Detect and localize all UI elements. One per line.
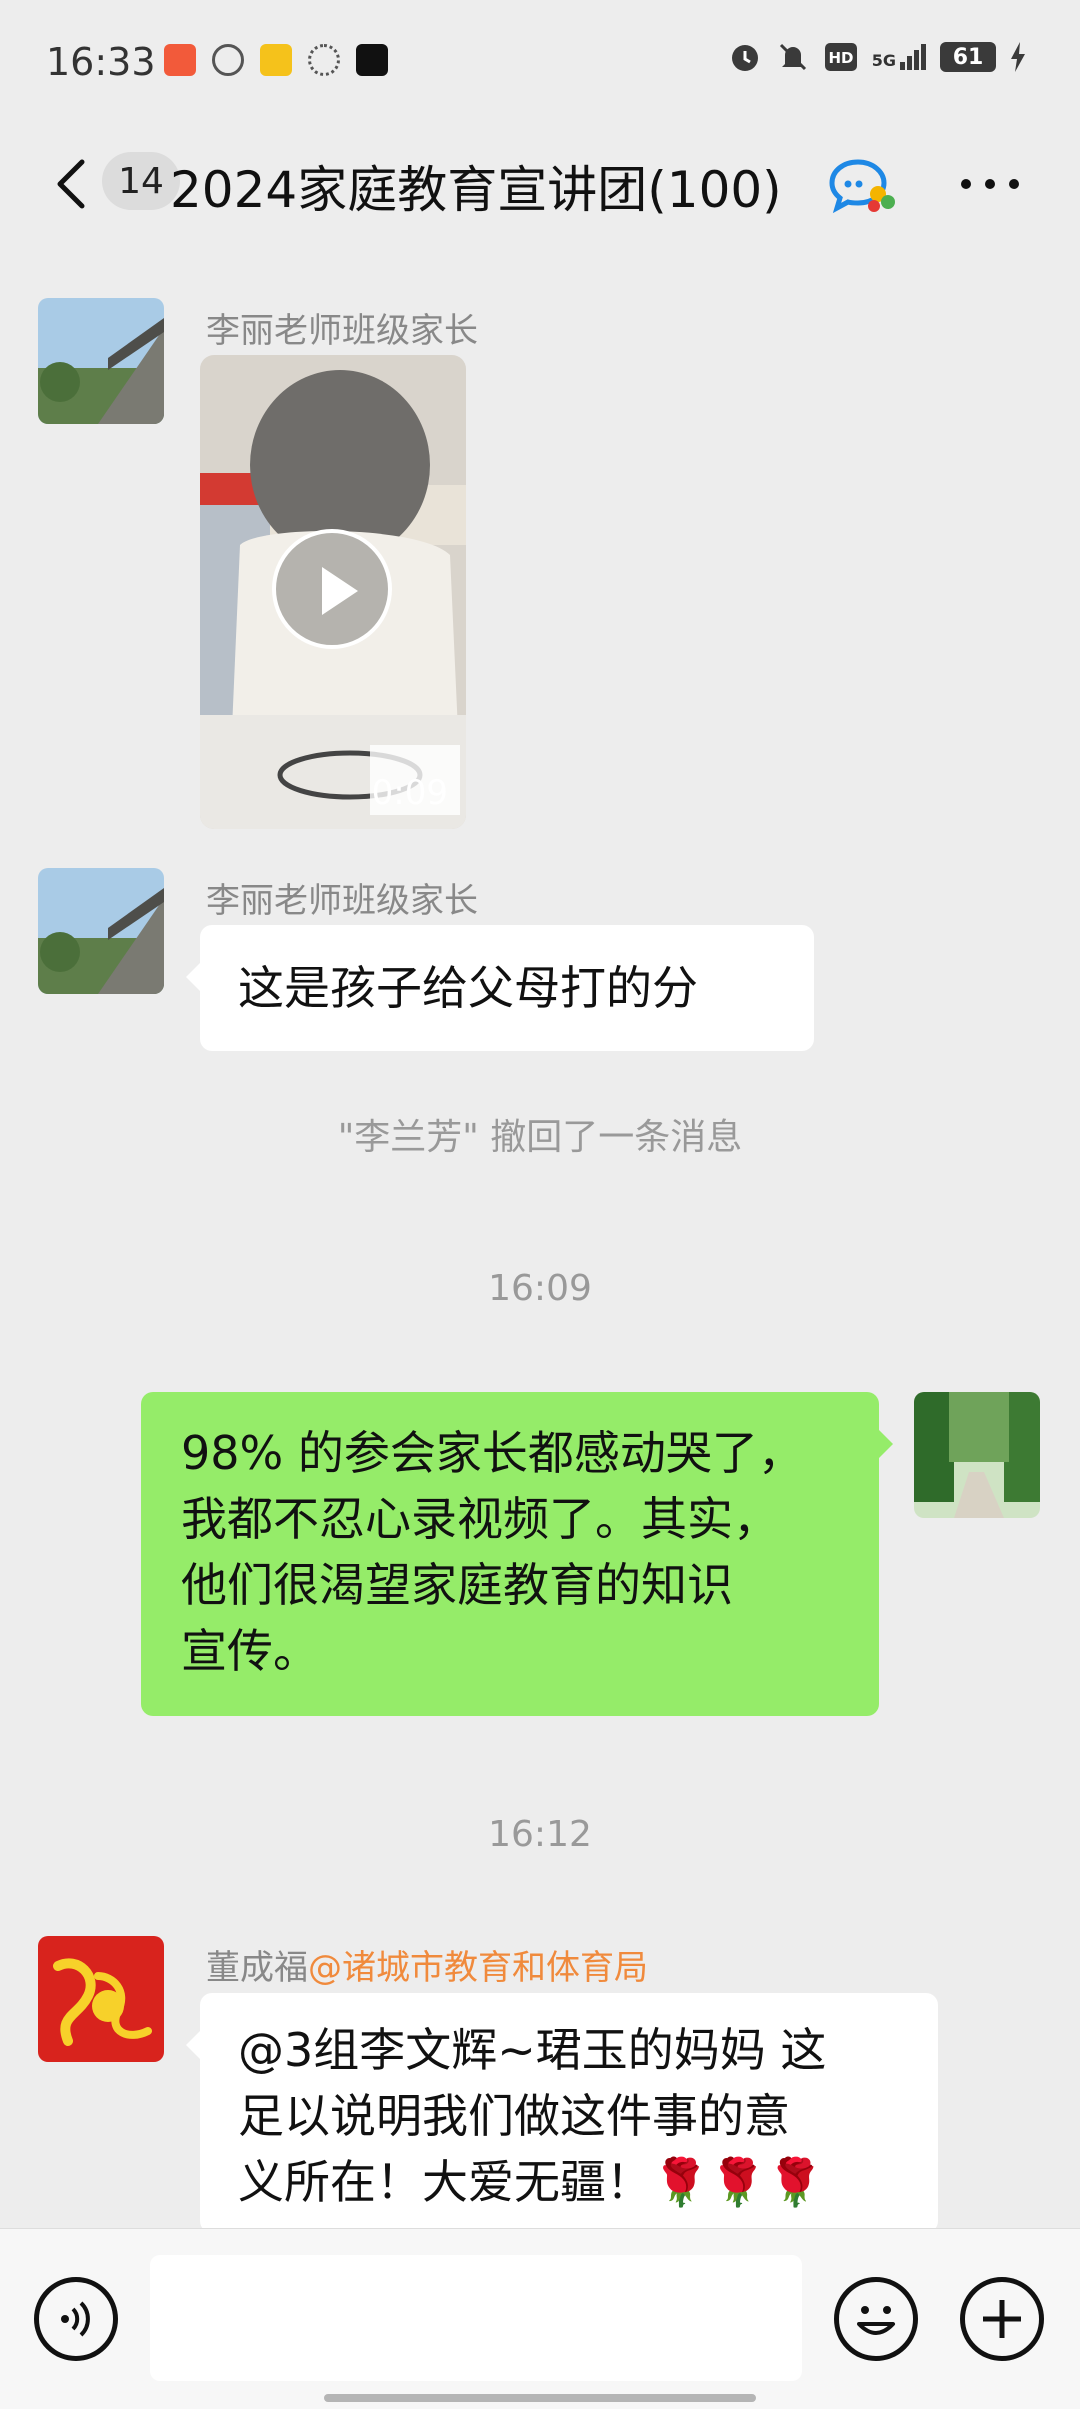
app-icon-red	[164, 44, 196, 76]
sender-name: 李丽老师班级家长	[206, 881, 478, 921]
charging-icon	[1011, 42, 1025, 72]
message-line: 宣传。	[181, 1624, 319, 1678]
message-line: 义所在！大爱无疆！🌹🌹🌹	[238, 2155, 824, 2209]
sender-name: 董成福@诸城市教育和体育局	[206, 1940, 648, 1989]
svg-text:HD: HD	[828, 49, 853, 67]
my-message-bubble[interactable]: 98% 的参会家长都感动哭了， 我都不忍心录视频了。其实， 他们很渴望家庭教育的…	[141, 1392, 893, 1716]
message-line: 足以说明我们做这件事的意	[238, 2089, 790, 2143]
system-icons: HD 5G 61	[728, 40, 1026, 74]
play-icon[interactable]	[272, 529, 392, 649]
message-input[interactable]	[150, 2255, 802, 2381]
plus-icon	[983, 2300, 1021, 2338]
message-line: 98% 的参会家长都感动哭了，	[181, 1426, 804, 1480]
input-bar	[0, 2228, 1080, 2409]
emoji-icon	[857, 2306, 895, 2335]
app-icon-tiktok	[356, 44, 388, 76]
message-line: 我都不忍心录视频了。其实，	[181, 1492, 779, 1546]
status-bar: 16:33 HD 5G 61	[0, 0, 1080, 120]
avatar[interactable]	[38, 298, 164, 424]
emoji-button[interactable]	[834, 2277, 918, 2361]
video-message[interactable]: 0:09	[200, 355, 466, 829]
sender-mention[interactable]: @诸城市教育和体育局	[308, 1948, 648, 1988]
hd-icon: HD	[824, 43, 857, 71]
message-line: 他们很渴望家庭教育的知识	[181, 1558, 733, 1612]
battery-indicator: 61	[940, 42, 996, 72]
timestamp: 16:12	[488, 1814, 592, 1855]
app-icon-search	[212, 44, 244, 76]
message-line: @3组李文辉~珺玉的妈妈 这	[238, 2023, 827, 2077]
my-avatar[interactable]	[914, 1392, 1040, 1518]
voice-icon	[61, 2301, 90, 2337]
more-functions-button[interactable]	[960, 2277, 1044, 2361]
group-chat-icon[interactable]	[828, 156, 898, 216]
message-bubble[interactable]: 这是孩子给父母打的分	[186, 925, 814, 1051]
chat-title: 2024家庭教育宣讲团(100)	[170, 161, 782, 219]
video-duration: 0:09	[371, 773, 448, 813]
app-icon-yellow	[260, 44, 292, 76]
mute-icon	[779, 43, 806, 71]
status-time: 16:33	[46, 40, 156, 84]
message-text: 这是孩子给父母打的分	[238, 961, 698, 1015]
signal-icon: 5G	[872, 44, 926, 70]
alarm-icon	[731, 45, 758, 71]
timestamp: 16:09	[488, 1268, 592, 1309]
battery-level: 61	[952, 44, 984, 70]
sender-name-text: 董成福	[206, 1948, 308, 1988]
message-bubble[interactable]: @3组李文辉~珺玉的妈妈 这 足以说明我们做这件事的意 义所在！大爱无疆！🌹🌹🌹	[186, 1993, 938, 2233]
back-arrow-icon[interactable]	[44, 154, 104, 214]
avatar[interactable]	[38, 868, 164, 994]
notification-icons	[164, 44, 388, 76]
chat-header: 14 2024家庭教育宣讲团(100)	[0, 130, 1080, 240]
avatar[interactable]	[38, 1936, 164, 2062]
more-options-icon[interactable]	[950, 164, 1030, 204]
app-icon-signal	[308, 44, 340, 76]
home-indicator[interactable]	[324, 2394, 756, 2402]
recall-notice: "李兰芳" 撤回了一条消息	[337, 1117, 743, 1158]
voice-input-button[interactable]	[34, 2277, 118, 2361]
sender-name: 李丽老师班级家长	[206, 311, 478, 351]
network-type: 5G	[871, 51, 896, 70]
unread-count-badge[interactable]: 14	[102, 152, 180, 210]
